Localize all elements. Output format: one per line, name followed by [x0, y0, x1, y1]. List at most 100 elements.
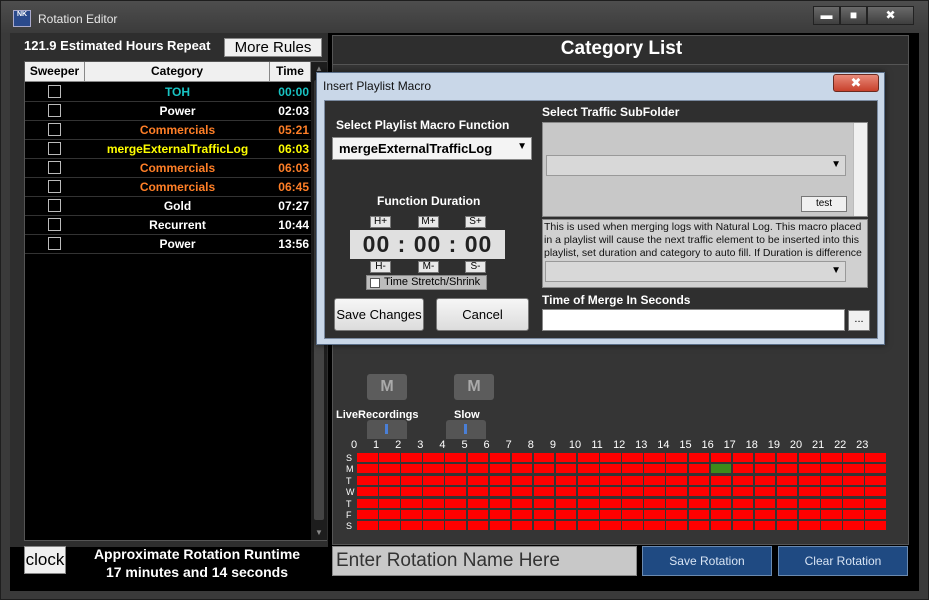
schedule-cell[interactable] — [533, 510, 555, 519]
schedule-cell[interactable] — [555, 464, 577, 474]
schedule-cell[interactable] — [401, 521, 422, 531]
schedule-cell[interactable] — [445, 510, 466, 519]
schedule-cell[interactable] — [865, 521, 886, 531]
schedule-cell[interactable] — [533, 464, 555, 474]
sweeper-checkbox[interactable] — [48, 237, 61, 250]
table-row[interactable]: Commercials 06:45 — [25, 178, 311, 197]
schedule-cell[interactable] — [600, 464, 621, 474]
schedule-cell[interactable] — [865, 453, 886, 462]
hour-minus-button[interactable]: H- — [370, 261, 391, 273]
schedule-cell[interactable] — [644, 464, 665, 474]
macro-function-select[interactable]: mergeExternalTrafficLog ▼ — [332, 137, 532, 160]
schedule-cell[interactable] — [489, 510, 511, 519]
schedule-cell[interactable] — [843, 475, 864, 485]
schedule-cell[interactable] — [799, 475, 820, 485]
schedule-cell[interactable] — [600, 510, 621, 519]
schedule-cell[interactable] — [423, 453, 444, 462]
schedule-cell[interactable] — [644, 453, 665, 462]
schedule-cell[interactable] — [688, 475, 710, 485]
sweeper-checkbox[interactable] — [48, 104, 61, 117]
schedule-cell[interactable] — [357, 487, 378, 497]
schedule-cell[interactable] — [467, 487, 489, 497]
merge-time-input[interactable] — [542, 309, 845, 331]
second-plus-button[interactable]: S+ — [465, 216, 486, 228]
schedule-cell[interactable] — [776, 464, 798, 474]
schedule-cell[interactable] — [732, 521, 754, 531]
schedule-cell[interactable] — [799, 498, 820, 508]
schedule-cell[interactable] — [511, 521, 533, 531]
schedule-cell[interactable] — [644, 521, 665, 531]
schedule-cell[interactable] — [379, 521, 400, 531]
schedule-cell[interactable] — [423, 498, 444, 508]
column-header-sweeper[interactable]: Sweeper — [25, 62, 85, 82]
schedule-cell[interactable] — [489, 475, 511, 485]
test-button[interactable]: test — [801, 196, 847, 212]
traffic-subfolder-select[interactable]: ▼ — [546, 155, 846, 176]
schedule-cell[interactable] — [511, 453, 533, 462]
schedule-cell[interactable] — [423, 521, 444, 531]
schedule-cell[interactable] — [401, 453, 422, 462]
schedule-cell[interactable] — [776, 521, 798, 531]
table-row[interactable]: Gold 07:27 — [25, 197, 311, 216]
sweeper-checkbox[interactable] — [48, 161, 61, 174]
schedule-cell[interactable] — [578, 475, 599, 485]
schedule-cell[interactable] — [357, 498, 378, 508]
schedule-cell[interactable] — [865, 498, 886, 508]
schedule-cell[interactable] — [688, 498, 710, 508]
schedule-cell[interactable] — [401, 487, 422, 497]
schedule-cell[interactable] — [622, 521, 643, 531]
schedule-cell[interactable] — [666, 487, 687, 497]
table-row[interactable]: TOH 00:00 — [25, 83, 311, 102]
schedule-cell[interactable] — [511, 464, 533, 474]
category-select[interactable]: ▼ — [545, 261, 846, 282]
schedule-cell[interactable] — [489, 487, 511, 497]
schedule-cell[interactable] — [379, 498, 400, 508]
sweeper-checkbox[interactable] — [48, 142, 61, 155]
schedule-cell[interactable] — [555, 487, 577, 497]
schedule-cell[interactable] — [821, 487, 842, 497]
schedule-cell[interactable] — [622, 464, 643, 474]
clock-button[interactable]: clock — [24, 546, 66, 574]
schedule-cell[interactable] — [821, 521, 842, 531]
schedule-cell[interactable] — [799, 453, 820, 462]
column-header-time[interactable]: Time — [270, 62, 311, 82]
schedule-cell[interactable] — [732, 510, 754, 519]
schedule-cell[interactable] — [467, 498, 489, 508]
schedule-cell[interactable] — [710, 475, 732, 485]
schedule-cell[interactable] — [710, 453, 732, 462]
schedule-cell[interactable] — [445, 521, 466, 531]
sweeper-checkbox[interactable] — [48, 85, 61, 98]
schedule-cell[interactable] — [379, 475, 400, 485]
sweeper-checkbox[interactable] — [48, 180, 61, 193]
schedule-cell[interactable] — [843, 521, 864, 531]
schedule-cell[interactable] — [622, 453, 643, 462]
schedule-cell[interactable] — [445, 475, 466, 485]
schedule-cell[interactable] — [357, 510, 378, 519]
cancel-button[interactable]: Cancel — [436, 298, 529, 331]
save-changes-button[interactable]: Save Changes — [334, 298, 424, 331]
scroll-down-icon[interactable]: ▼ — [311, 526, 327, 540]
schedule-cell[interactable] — [644, 487, 665, 497]
schedule-cell[interactable] — [600, 453, 621, 462]
schedule-cell[interactable] — [357, 475, 378, 485]
schedule-cell[interactable] — [644, 510, 665, 519]
schedule-cell[interactable] — [754, 453, 776, 462]
schedule-cell[interactable] — [357, 453, 378, 462]
schedule-cell[interactable] — [754, 498, 776, 508]
schedule-cell[interactable] — [533, 521, 555, 531]
schedule-cell[interactable] — [467, 510, 489, 519]
schedule-cell[interactable] — [754, 510, 776, 519]
schedule-cell[interactable] — [732, 453, 754, 462]
dialog-close-button[interactable]: ✖ — [833, 74, 879, 92]
schedule-cell[interactable] — [710, 498, 732, 508]
schedule-cell[interactable] — [555, 521, 577, 531]
schedule-cell[interactable] — [357, 464, 378, 474]
schedule-cell[interactable] — [732, 498, 754, 508]
schedule-cell[interactable] — [379, 510, 400, 519]
schedule-cell[interactable] — [445, 464, 466, 474]
schedule-cell[interactable] — [865, 487, 886, 497]
save-rotation-button[interactable]: Save Rotation — [642, 546, 772, 576]
title-bar[interactable]: NK Rotation Editor ▬ ■ ✖ — [1, 1, 928, 33]
schedule-cell[interactable] — [379, 487, 400, 497]
chevron-down-icon[interactable]: ▼ — [831, 159, 841, 170]
